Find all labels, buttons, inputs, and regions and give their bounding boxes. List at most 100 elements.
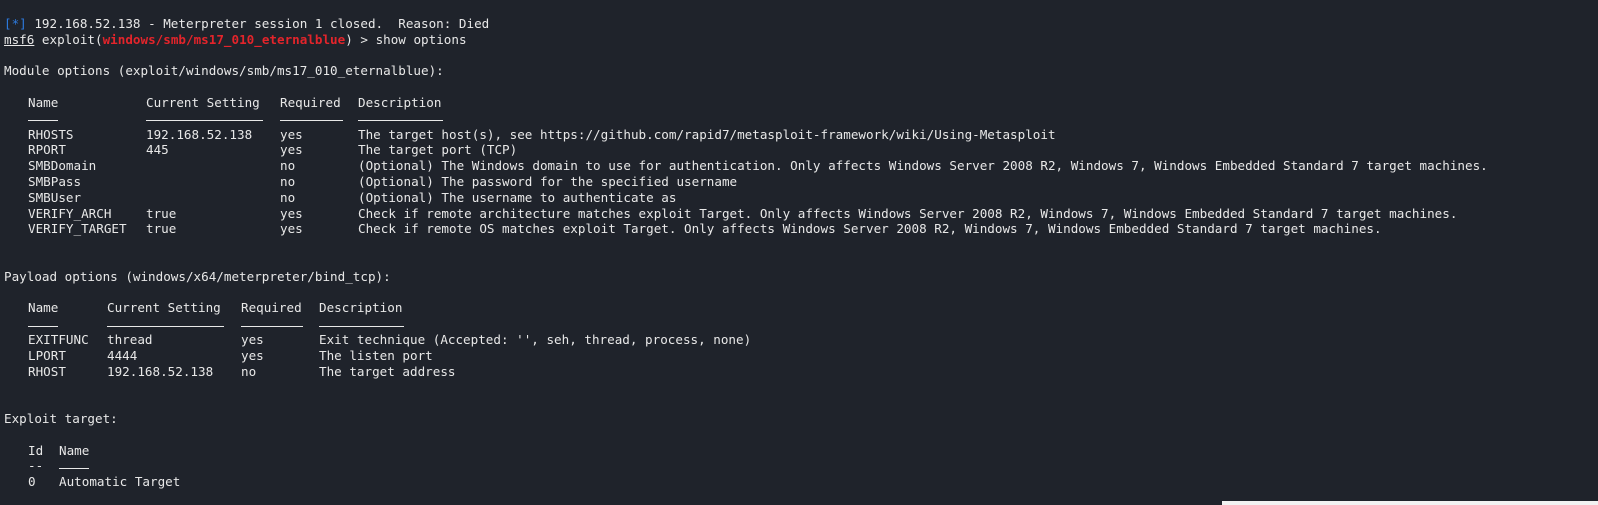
- table-row: 0 Automatic Target: [4, 474, 1598, 490]
- divider-cell: --: [28, 458, 44, 474]
- column-header: Required: [280, 94, 341, 110]
- table-cell: 4444: [107, 347, 138, 363]
- table-cell: RHOST: [28, 363, 66, 379]
- column-header: Name: [28, 94, 59, 110]
- table-row: RHOST 192.168.52.138 no The target address: [4, 364, 1598, 380]
- table-cell: true: [146, 205, 177, 221]
- table-cell: SMBPass: [28, 173, 82, 189]
- divider-dash: [107, 325, 224, 327]
- table-cell: yes: [241, 347, 264, 363]
- scrollbar-thumb[interactable]: [1222, 501, 1598, 505]
- divider-cell: [28, 111, 146, 126]
- table-header-row: Name Current Setting Required Description: [4, 95, 1598, 111]
- table-cell: no: [280, 189, 296, 205]
- table-row: RPORT 445 yes The target port (TCP): [4, 142, 1598, 158]
- table-cell: RHOSTS: [28, 126, 74, 142]
- table-cell: SMBUser: [28, 189, 82, 205]
- divider-cell: [59, 459, 89, 474]
- divider-cell: [107, 317, 241, 332]
- table-row: LPORT 4444 yes The listen port: [4, 348, 1598, 364]
- table-cell: no: [241, 363, 257, 379]
- divider-dash: [28, 120, 58, 122]
- table-row: SMBUser no (Optional) The username to auth…: [4, 190, 1598, 206]
- status-text: 192.168.52.138 - Meterpreter session 1 c…: [26, 16, 490, 31]
- exploit-target-title: Exploit target:: [4, 410, 118, 426]
- table-cell: yes: [241, 331, 264, 347]
- table-header-divider: --: [4, 458, 1598, 474]
- table-row: RHOSTS 192.168.52.138 yes The target host(s…: [4, 127, 1598, 143]
- table-cell: LPORT: [28, 347, 66, 363]
- exploit-target-table: Id Name -- 0 Automatic Target: [4, 443, 1598, 490]
- table-row: VERIFY_ARCH true yes Check if remote archit…: [4, 206, 1598, 222]
- divider-dash: [146, 120, 263, 122]
- table-cell: (Optional) The Windows domain to use for…: [358, 158, 1488, 174]
- module-options-title: Module options (exploit/windows/smb/ms17…: [4, 63, 444, 79]
- payload-options-table: Name Current Setting Required Description EX…: [4, 300, 1598, 379]
- table-cell: thread: [107, 331, 153, 347]
- prompt-tail: ) > show options: [345, 31, 467, 47]
- terminal-output[interactable]: [*] 192.168.52.138 - Meterpreter session…: [4, 16, 1598, 505]
- prompt-cmd: exploit(: [34, 31, 103, 47]
- prompt-shell: msf6: [4, 31, 35, 47]
- column-header: Required: [241, 300, 302, 316]
- table-cell: 192.168.52.138: [107, 363, 214, 379]
- table-cell: yes: [280, 126, 303, 142]
- column-header: Current Setting: [146, 94, 260, 110]
- table-cell: true: [146, 221, 177, 237]
- table-header-row: Id Name: [4, 443, 1598, 459]
- table-row: EXITFUNC thread yes Exit technique (Accepte…: [4, 332, 1598, 348]
- table-cell: no: [280, 173, 296, 189]
- session-status-line: [*] 192.168.52.138 - Meterpreter session…: [4, 16, 1598, 32]
- divider-dash: [319, 325, 404, 327]
- divider-dash: [241, 325, 303, 327]
- column-header: Name: [59, 442, 90, 458]
- table-cell: VERIFY_TARGET: [28, 221, 127, 237]
- divider-dash: [59, 467, 89, 469]
- table-cell: Check if remote OS matches exploit Targe…: [358, 221, 1382, 237]
- table-cell: yes: [280, 142, 303, 158]
- table-cell: The listen port: [319, 347, 433, 363]
- table-cell: [146, 190, 280, 206]
- table-cell: no: [280, 158, 296, 174]
- table-cell: Exit technique (Accepted: '', seh, threa…: [319, 331, 752, 347]
- table-cell: The target host(s), see https://github.c…: [358, 126, 1056, 142]
- prompt-module: windows/smb/ms17_010_eternalblue: [102, 31, 346, 47]
- table-cell: yes: [280, 221, 303, 237]
- divider-cell: [146, 111, 280, 126]
- divider-dash: [280, 120, 343, 122]
- table-cell: 0: [28, 474, 36, 490]
- table-cell: yes: [280, 205, 303, 221]
- table-row: VERIFY_TARGET true yes Check if remote OS m…: [4, 221, 1598, 237]
- table-cell: (Optional) The password for the specifie…: [358, 173, 738, 189]
- table-cell: 445: [146, 142, 169, 158]
- table-cell: Automatic Target: [59, 474, 181, 490]
- table-cell: VERIFY_ARCH: [28, 205, 112, 221]
- table-cell: The target port (TCP): [358, 142, 518, 158]
- divider-cell: [28, 317, 107, 332]
- table-row: SMBPass no (Optional) The password for the…: [4, 174, 1598, 190]
- table-cell: EXITFUNC: [28, 331, 89, 347]
- table-header-divider: [4, 316, 1598, 332]
- payload-options-title: Payload options (windows/x64/meterpreter…: [4, 268, 391, 284]
- table-cell: The target address: [319, 363, 456, 379]
- column-header: Current Setting: [107, 300, 221, 316]
- table-cell: 192.168.52.138: [146, 126, 253, 142]
- column-header: Description: [319, 300, 403, 316]
- module-options-table: Name Current Setting Required Description RH…: [4, 95, 1598, 237]
- column-header: Description: [358, 94, 442, 110]
- table-cell: Check if remote architecture matches exp…: [358, 205, 1458, 221]
